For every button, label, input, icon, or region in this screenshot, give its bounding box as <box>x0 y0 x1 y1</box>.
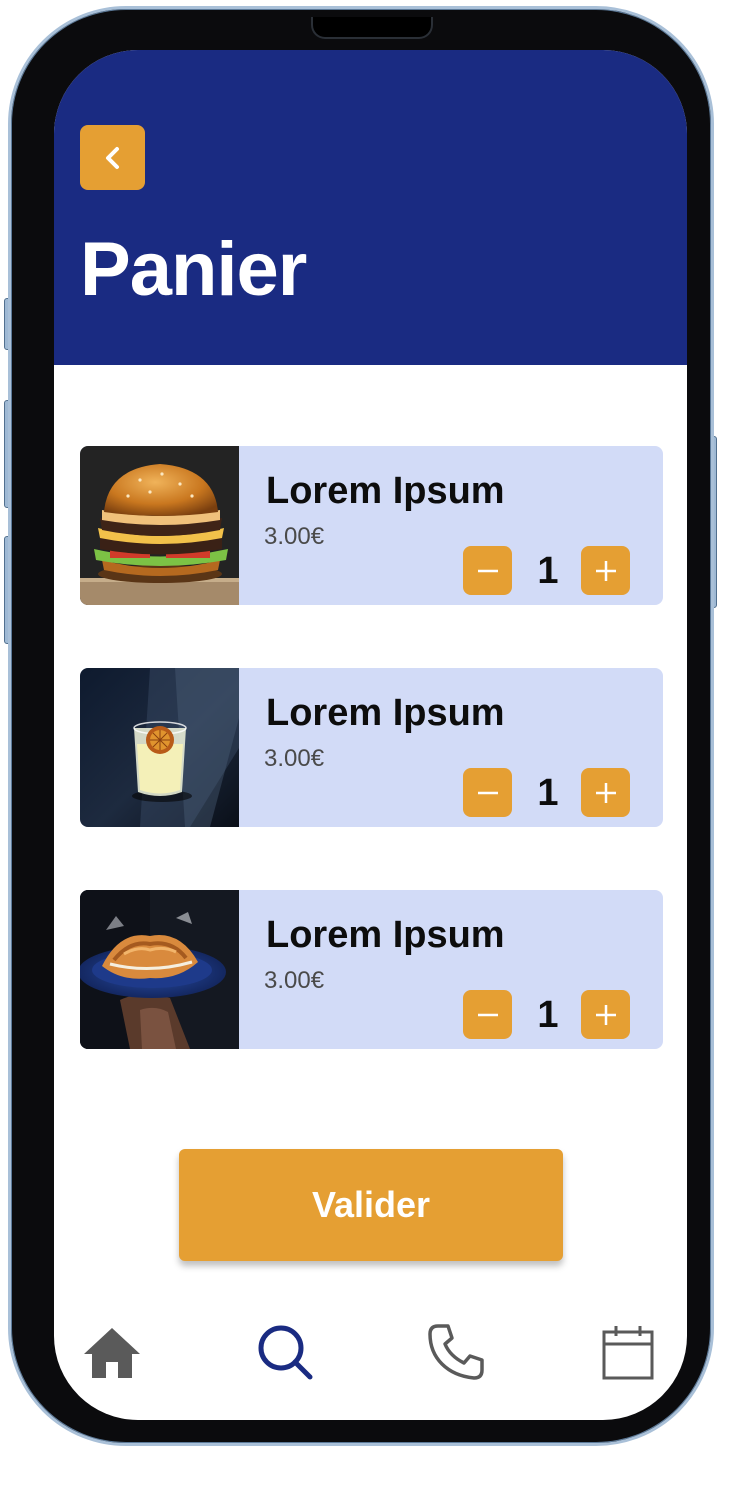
plus-icon <box>595 1004 616 1025</box>
validate-button[interactable]: Valider <box>179 1149 563 1261</box>
page-title: Panier <box>80 227 307 312</box>
item-price: 3.00€ <box>264 745 325 772</box>
nav-calendar[interactable] <box>596 1320 660 1384</box>
increase-quantity-button[interactable] <box>581 768 630 817</box>
item-name: Lorem Ipsum <box>266 692 505 734</box>
increase-quantity-button[interactable] <box>581 990 630 1039</box>
cocktail-photo <box>80 668 239 827</box>
nav-phone[interactable] <box>424 1320 488 1384</box>
item-name: Lorem Ipsum <box>266 914 505 956</box>
quantity-value: 1 <box>537 772 559 814</box>
header: Panier <box>54 50 687 365</box>
item-price: 3.00€ <box>264 523 325 550</box>
burger-photo <box>80 446 239 605</box>
item-name: Lorem Ipsum <box>266 470 505 512</box>
speaker-notch <box>311 17 433 39</box>
decrease-quantity-button[interactable] <box>463 546 512 595</box>
plus-icon <box>595 560 616 581</box>
minus-icon <box>477 1013 498 1016</box>
cart-item: Lorem Ipsum 3.00€ 1 <box>80 446 663 605</box>
croissant-photo <box>80 890 239 1049</box>
decrease-quantity-button[interactable] <box>463 990 512 1039</box>
minus-icon <box>477 791 498 794</box>
nav-search[interactable] <box>253 1320 317 1384</box>
nav-home[interactable] <box>80 1320 144 1384</box>
calendar-icon <box>602 1326 654 1380</box>
increase-quantity-button[interactable] <box>581 546 630 595</box>
search-icon <box>258 1325 313 1380</box>
minus-icon <box>477 569 498 572</box>
cart-item: Lorem Ipsum 3.00€ 1 <box>80 668 663 827</box>
chevron-left-icon <box>105 146 119 169</box>
cart-item: Lorem Ipsum 3.00€ 1 <box>80 890 663 1049</box>
item-price: 3.00€ <box>264 967 325 994</box>
quantity-value: 1 <box>537 550 559 592</box>
plus-icon <box>595 782 616 803</box>
quantity-value: 1 <box>537 994 559 1036</box>
app-screen: Panier Lorem Ipsum 3.00€ 1 Lorem Ipsum 3… <box>54 50 687 1420</box>
home-icon <box>84 1328 140 1378</box>
decrease-quantity-button[interactable] <box>463 768 512 817</box>
phone-frame: Panier Lorem Ipsum 3.00€ 1 Lorem Ipsum 3… <box>8 6 714 1446</box>
back-button[interactable] <box>80 125 145 190</box>
phone-icon <box>428 1324 484 1380</box>
